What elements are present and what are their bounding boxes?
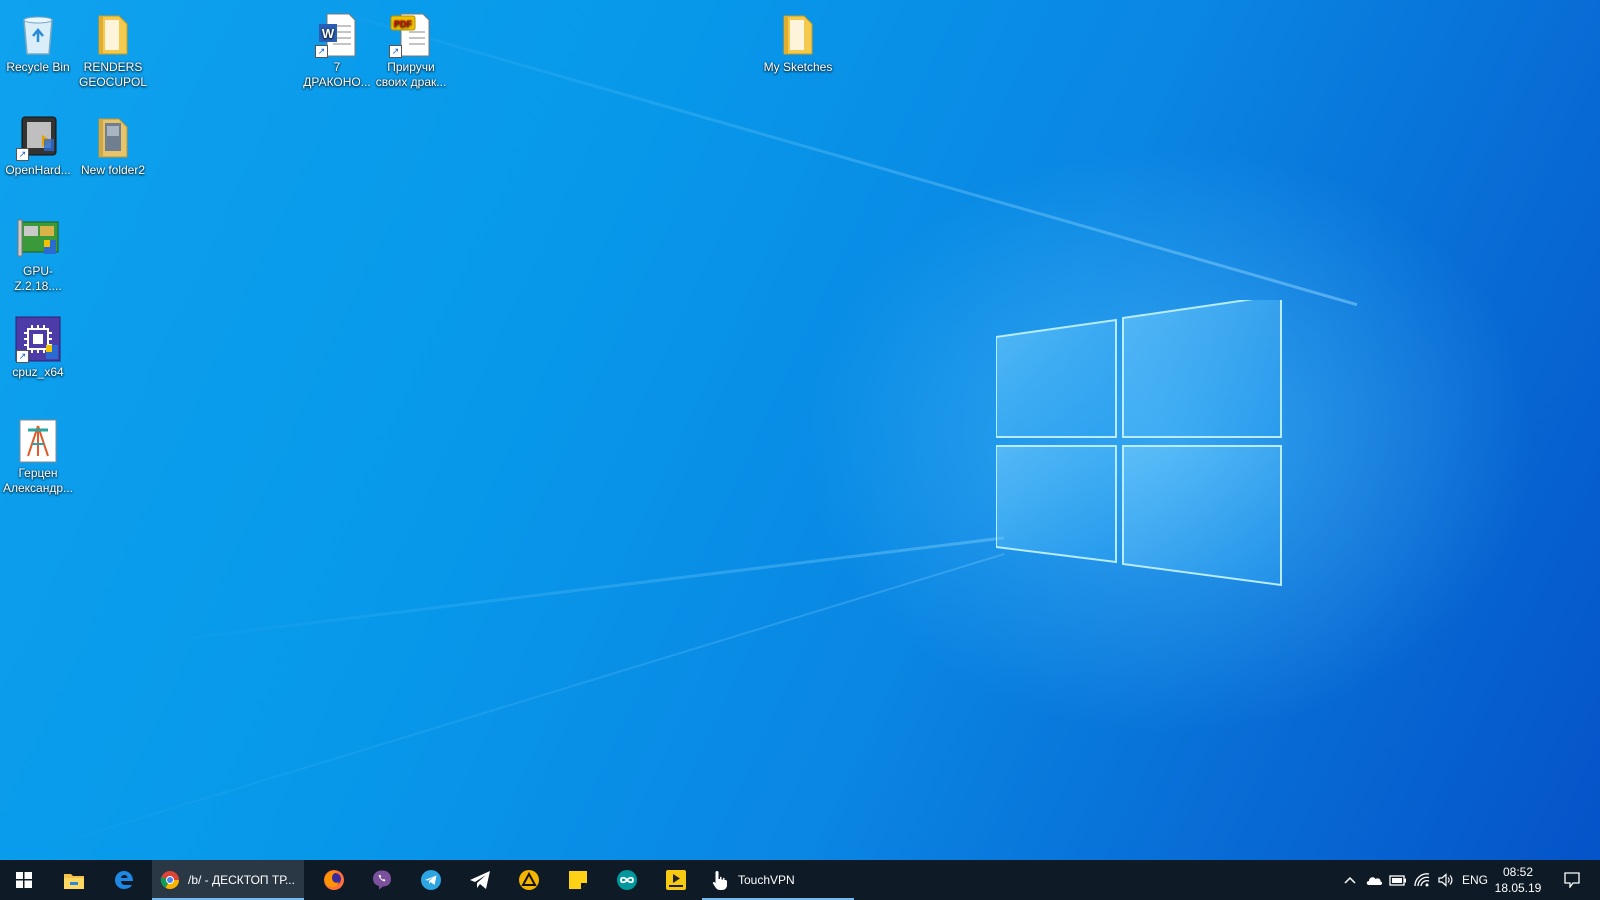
desktop-icon-recycle-bin[interactable]: Recycle Bin (0, 4, 76, 75)
desktop: Recycle Bin RENDERS GEOCUPOL W ↗ 7 ДРАКО… (0, 0, 1600, 860)
paper-plane-icon (470, 871, 490, 889)
taskbar-chrome-window[interactable]: /b/ - ДЕСКТОП ТР... (152, 860, 304, 900)
svg-text:W: W (322, 26, 335, 41)
desktop-icon-herzen-book[interactable]: Герцен Александр... (0, 410, 76, 496)
folder-icon (774, 10, 822, 58)
recycle-bin-icon (14, 10, 62, 58)
tray-onedrive[interactable] (1362, 860, 1386, 900)
tray-show-hidden[interactable] (1338, 860, 1362, 900)
edge-icon (115, 871, 133, 889)
tray-language[interactable]: ENG (1458, 860, 1492, 900)
desktop-icon-my-sketches[interactable]: My Sketches (760, 4, 836, 75)
svg-text:PDF: PDF (394, 19, 413, 29)
desktop-icon-pdf-doc[interactable]: PDF ↗ Приручи своих драк... (373, 4, 449, 90)
tray-network[interactable] (1410, 860, 1434, 900)
clock-date: 18.05.19 (1494, 881, 1542, 895)
action-center-button[interactable] (1552, 860, 1592, 900)
taskbar-arduino[interactable] (603, 860, 651, 900)
desktop-icon-new-folder2[interactable]: New folder2 (75, 107, 151, 178)
book-icon (14, 416, 62, 464)
pdf-document-icon: PDF ↗ (387, 10, 435, 58)
cloud-icon (1366, 877, 1383, 885)
wifi-icon (1414, 873, 1430, 887)
taskbar-edge[interactable] (100, 860, 148, 900)
windows-logo (996, 300, 1282, 587)
firefox-icon (324, 870, 344, 890)
file-explorer-icon (64, 874, 84, 889)
taskbar-telegram[interactable] (407, 860, 455, 900)
warning-triangle-icon (519, 870, 539, 890)
shortcut-arrow-icon: ↗ (16, 350, 29, 363)
shortcut-arrow-icon: ↗ (315, 45, 328, 58)
desktop-icon-cpu-z[interactable]: ↗ cpuz_x64 (0, 309, 76, 380)
tray-volume[interactable] (1434, 860, 1458, 900)
taskbar-player[interactable] (652, 860, 700, 900)
desktop-icon-word-doc[interactable]: W ↗ 7 ДРАКОНО... (299, 4, 375, 90)
taskbar-viber[interactable] (358, 860, 406, 900)
taskbar-touchvpn-label: TouchVPN (738, 873, 795, 887)
desktop-icon-gpu-z[interactable]: GPU-Z.2.18.... (0, 208, 76, 294)
speaker-icon (1438, 873, 1453, 887)
desktop-icon-openhardwaremonitor[interactable]: ↗ OpenHard... (0, 107, 76, 178)
cpu-z-icon: ↗ (14, 315, 62, 363)
battery-icon (1389, 875, 1406, 886)
shortcut-arrow-icon: ↗ (16, 148, 29, 161)
viber-icon (373, 870, 391, 890)
taskbar-chrome-label: /b/ - ДЕСКТОП ТР... (188, 873, 295, 887)
telegram-icon (421, 870, 441, 890)
openhardwaremonitor-icon: ↗ (14, 113, 62, 161)
arduino-icon (617, 870, 637, 890)
taskbar-telegram-alt[interactable] (456, 860, 504, 900)
taskbar-firefox[interactable] (310, 860, 358, 900)
gpu-z-icon (14, 214, 62, 262)
notification-icon (1564, 872, 1580, 888)
language-indicator: ENG (1461, 873, 1488, 887)
folder-icon (89, 10, 137, 58)
taskbar-sticky-notes[interactable] (554, 860, 602, 900)
desktop-icon-renders-geocupol[interactable]: RENDERS GEOCUPOL (75, 4, 151, 90)
chevron-up-icon (1344, 876, 1356, 884)
taskbar-touchvpn-window[interactable]: TouchVPN (702, 860, 854, 900)
player-icon (666, 870, 686, 890)
shortcut-arrow-icon: ↗ (389, 45, 402, 58)
start-button[interactable] (0, 860, 48, 900)
wallpaper-ray (160, 536, 1005, 643)
word-document-icon: W ↗ (313, 10, 361, 58)
sticky-notes-icon (569, 871, 587, 889)
clock-time: 08:52 (1502, 865, 1534, 879)
hand-pointer-icon (712, 871, 727, 890)
tray-clock[interactable]: 08:52 18.05.19 (1492, 864, 1544, 896)
taskbar-file-explorer[interactable] (50, 860, 98, 900)
folder-icon (89, 113, 137, 161)
tray-battery[interactable] (1386, 860, 1410, 900)
taskbar: /b/ - ДЕСКТОП ТР... TouchVPN ENG 08:52 1… (0, 860, 1600, 900)
taskbar-warning-app[interactable] (505, 860, 553, 900)
chrome-icon (160, 871, 179, 890)
windows-start-icon (16, 872, 32, 888)
